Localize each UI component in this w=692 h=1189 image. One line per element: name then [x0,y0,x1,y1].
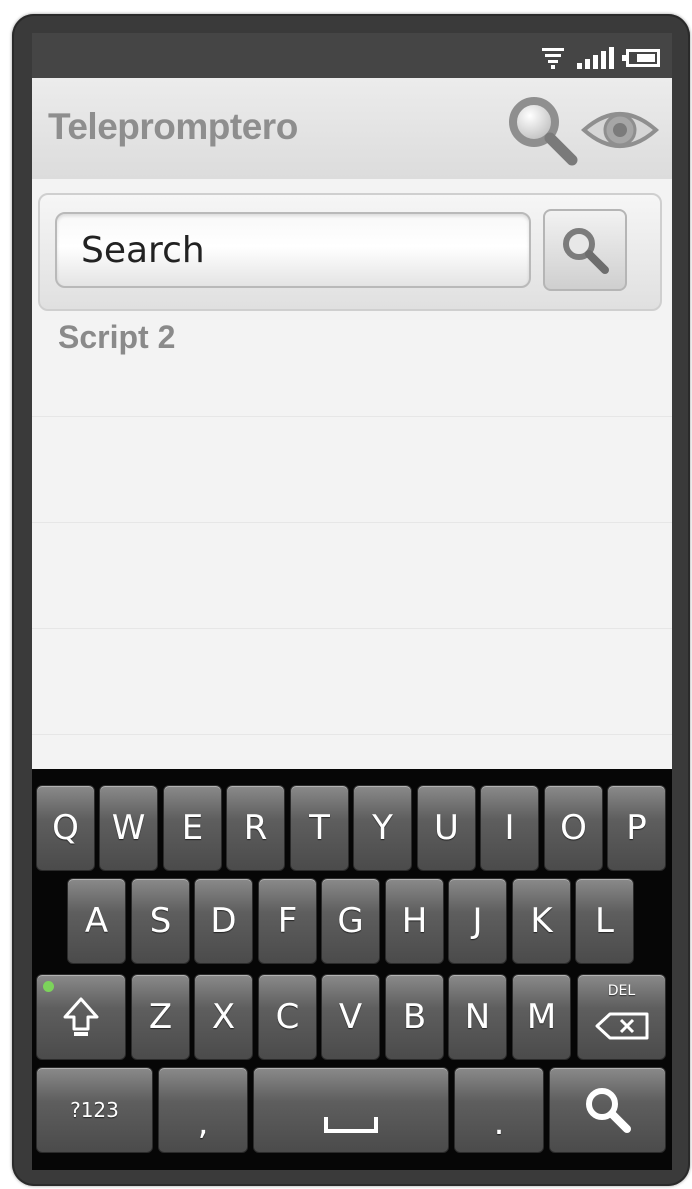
search-key[interactable] [549,1067,666,1153]
key-p[interactable]: P [607,785,666,871]
key-x[interactable]: X [194,974,253,1060]
delete-key[interactable]: DEL [577,974,666,1060]
script-list: Script 2 [32,311,672,735]
list-item[interactable]: Script 2 [32,311,672,417]
key-v[interactable]: V [321,974,380,1060]
magnifier-icon [563,228,609,274]
spacebar-icon [324,1117,378,1133]
list-divider-row [32,629,672,735]
search-input[interactable] [55,212,531,288]
search-bar [38,193,662,311]
delete-key-label: DEL [607,983,636,999]
key-j[interactable]: J [448,878,507,964]
key-f[interactable]: F [258,878,317,964]
magnifier-icon [585,1088,631,1133]
key-u[interactable]: U [417,785,476,871]
status-bar [32,33,672,78]
shift-indicator [43,981,54,992]
key-q[interactable]: Q [36,785,95,871]
space-key[interactable] [253,1067,449,1153]
key-z[interactable]: Z [131,974,190,1060]
key-d[interactable]: D [194,878,253,964]
key-w[interactable]: W [99,785,158,871]
symbols-key[interactable]: ?123 [36,1067,153,1153]
key-a[interactable]: A [67,878,126,964]
soft-keyboard: Q W E R T Y U I O P A S D F G H J K L Z … [32,769,672,1170]
app-title: Telepromptero [48,106,298,147]
key-s[interactable]: S [131,878,190,964]
battery-icon [622,49,660,67]
key-i[interactable]: I [480,785,539,871]
list-divider-row [32,417,672,523]
signal-icon [577,47,614,69]
key-m[interactable]: M [512,974,571,1060]
key-k[interactable]: K [512,878,571,964]
comma-key[interactable]: , [158,1067,248,1153]
backspace-icon [595,1012,648,1040]
key-g[interactable]: G [321,878,380,964]
period-key[interactable]: . [454,1067,544,1153]
search-button[interactable] [543,209,627,291]
key-n[interactable]: N [448,974,507,1060]
screen: Telepromptero Search Script 2 Q W E R T … [32,33,672,1170]
key-e[interactable]: E [163,785,222,871]
key-t[interactable]: T [290,785,349,871]
key-c[interactable]: C [258,974,317,1060]
key-b[interactable]: B [385,974,444,1060]
key-r[interactable]: R [226,785,285,871]
wifi-icon [541,45,565,69]
key-y[interactable]: Y [353,785,412,871]
key-h[interactable]: H [385,878,444,964]
list-item-label: Script 2 [58,319,176,355]
action-bar: Telepromptero [32,78,672,179]
magnifier-icon[interactable] [502,90,582,170]
shift-key[interactable] [36,974,126,1060]
key-o[interactable]: O [544,785,603,871]
key-l[interactable]: L [575,878,634,964]
list-divider-row [32,523,672,629]
shift-arrow-icon [63,997,99,1036]
eye-icon[interactable] [580,90,660,170]
